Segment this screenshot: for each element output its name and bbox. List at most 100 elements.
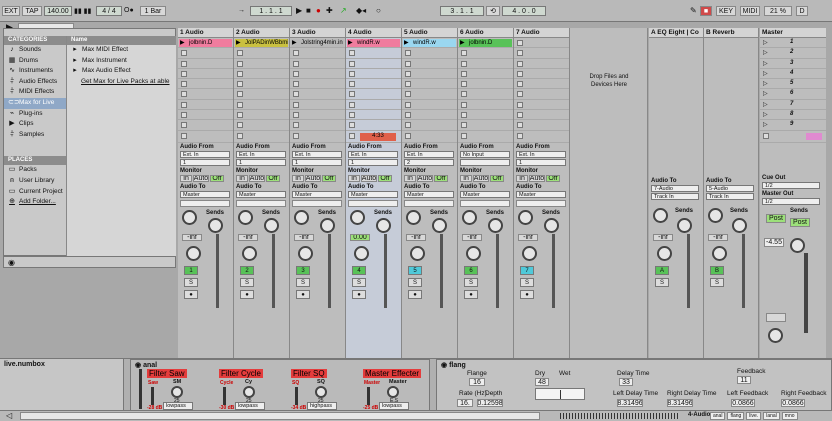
- send-b-knob[interactable]: [432, 218, 447, 233]
- right-feedback-number[interactable]: 0.0866: [781, 399, 805, 407]
- volume-fader[interactable]: [328, 234, 331, 308]
- monitor-off-button[interactable]: Off: [378, 175, 392, 182]
- clip-slot[interactable]: [514, 59, 569, 69]
- clip-slot[interactable]: [234, 120, 289, 131]
- monitor-auto-button[interactable]: Auto: [473, 175, 489, 182]
- clip-slot[interactable]: [346, 48, 401, 59]
- clip-slot[interactable]: [346, 79, 401, 90]
- track-title[interactable]: 7 Audio: [514, 28, 569, 38]
- clip-slot[interactable]: [290, 110, 345, 121]
- monitor-in-button[interactable]: In: [516, 175, 528, 182]
- clip-slot[interactable]: [178, 79, 233, 90]
- scene-launch[interactable]: ▷ 5: [760, 79, 826, 90]
- clip-slot[interactable]: [234, 69, 289, 80]
- pan-knob[interactable]: [466, 246, 481, 261]
- input-channel-select[interactable]: 1: [180, 159, 230, 166]
- arm-button[interactable]: ●: [352, 290, 366, 299]
- clip-stop-icon[interactable]: [349, 70, 355, 77]
- clip-slot[interactable]: [178, 100, 233, 111]
- clip-slot[interactable]: [402, 48, 457, 59]
- device-chip[interactable]: live.: [746, 412, 762, 420]
- clip-slot[interactable]: [402, 100, 457, 111]
- monitor-auto-button[interactable]: Auto: [193, 175, 209, 182]
- output-select[interactable]: Master: [404, 191, 454, 198]
- scene-launch[interactable]: ▷ 8: [760, 110, 826, 121]
- loop-start[interactable]: 3 . 1 . 1: [440, 6, 484, 16]
- category-drums[interactable]: ▦ Drums: [4, 56, 66, 67]
- quantize-select[interactable]: 1 Bar: [140, 6, 166, 16]
- volume-field[interactable]: -inf: [653, 234, 673, 241]
- input-channel-select[interactable]: 1: [292, 159, 342, 166]
- clip-slot[interactable]: [290, 100, 345, 111]
- monitor-auto-button[interactable]: Auto: [529, 175, 545, 182]
- clip-stop-icon[interactable]: [349, 122, 355, 129]
- monitor-in-button[interactable]: In: [460, 175, 472, 182]
- master-pan-knob[interactable]: [790, 238, 805, 253]
- clip-slot[interactable]: [402, 120, 457, 131]
- clip-stop-icon[interactable]: [237, 122, 243, 129]
- slider-handle[interactable]: [560, 390, 561, 399]
- cue-post-button[interactable]: Post: [790, 218, 810, 227]
- clip-stop-icon[interactable]: [517, 81, 523, 88]
- arm-button[interactable]: ●: [464, 290, 478, 299]
- punch-icon[interactable]: ◆◂: [356, 6, 366, 15]
- clip-stop-icon[interactable]: [349, 91, 355, 98]
- clip-slot[interactable]: [514, 38, 569, 49]
- scene-launch[interactable]: ▷ 2: [760, 48, 826, 59]
- clip-stop-icon[interactable]: [461, 70, 467, 77]
- scene-play-icon[interactable]: ▷: [763, 90, 768, 97]
- clip-stop-icon[interactable]: [293, 101, 299, 108]
- song-position[interactable]: 1 . 1 . 1: [250, 6, 292, 16]
- clip-slot[interactable]: [514, 120, 569, 131]
- arm-button[interactable]: ●: [240, 290, 254, 299]
- clip-stop-icon[interactable]: [461, 101, 467, 108]
- delay-time-number[interactable]: 33: [619, 378, 633, 386]
- clip-stop-icon[interactable]: [237, 70, 243, 77]
- clip-stop-icon[interactable]: [293, 70, 299, 77]
- clip-stop-icon[interactable]: [349, 101, 355, 108]
- send-b-knob[interactable]: [544, 218, 559, 233]
- monitor-in-button[interactable]: In: [404, 175, 416, 182]
- send-b-knob[interactable]: [264, 218, 279, 233]
- input-channel-select[interactable]: 1: [236, 159, 286, 166]
- filter-type-select[interactable]: highpass: [307, 402, 337, 410]
- packs-link[interactable]: Get Max for Live Packs at able: [67, 77, 176, 88]
- input-channel-select[interactable]: 2: [404, 159, 454, 166]
- clip-slot[interactable]: [514, 48, 569, 59]
- output-select[interactable]: Master: [460, 191, 510, 198]
- volume-field[interactable]: -inf: [406, 234, 426, 241]
- clip-stop-icon[interactable]: [461, 60, 467, 67]
- clip-slot[interactable]: [346, 89, 401, 100]
- volume-fader[interactable]: [496, 234, 499, 308]
- clip[interactable]: ▶ jolbnin.D: [179, 39, 232, 47]
- master-out-select[interactable]: 1/2: [762, 198, 820, 205]
- device-chip[interactable]: anal: [710, 412, 726, 420]
- output-select[interactable]: 7-Audio: [651, 185, 699, 192]
- clip-slot[interactable]: [458, 79, 513, 90]
- output-sub-select[interactable]: [348, 200, 398, 207]
- midi-map-button[interactable]: MIDI: [740, 6, 760, 16]
- output-sub-select[interactable]: [404, 200, 454, 207]
- list-item[interactable]: ▸ Max Instrument: [67, 56, 176, 67]
- clip-slot[interactable]: [402, 89, 457, 100]
- clip-slot[interactable]: [234, 110, 289, 121]
- send-a-knob[interactable]: [462, 210, 477, 225]
- volume-field[interactable]: -inf: [182, 234, 202, 241]
- clip-slot[interactable]: [346, 110, 401, 121]
- stop-button-icon[interactable]: [181, 132, 187, 139]
- clip-slot[interactable]: [346, 120, 401, 131]
- clip-slot[interactable]: [514, 110, 569, 121]
- automation-icon[interactable]: ↗: [340, 6, 347, 15]
- clip-slot[interactable]: [290, 79, 345, 90]
- clip-stop-icon[interactable]: [405, 101, 411, 108]
- solo-cue-button[interactable]: [766, 313, 786, 322]
- cutoff-knob[interactable]: [171, 386, 183, 398]
- monitor-off-button[interactable]: Off: [490, 175, 504, 182]
- tempo-field[interactable]: 140.00: [44, 6, 72, 16]
- scene-launch[interactable]: ▷ 6: [760, 89, 826, 100]
- scene-play-icon[interactable]: ▷: [763, 80, 768, 87]
- filter-type-select[interactable]: lowpass: [235, 402, 265, 410]
- list-item[interactable]: ▸ Max Audio Effect: [67, 66, 176, 77]
- info-toggle-icon[interactable]: ◁: [6, 411, 12, 420]
- ext-sync-button[interactable]: EXT: [2, 6, 20, 16]
